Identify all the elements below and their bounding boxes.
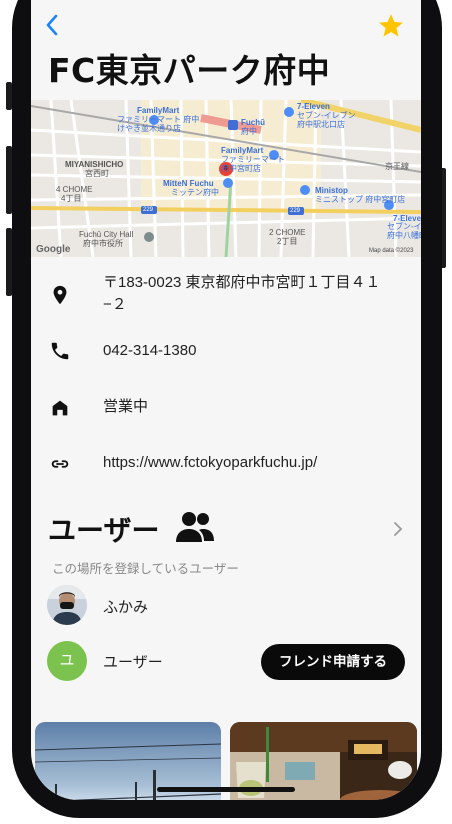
users-section-title: ユーザー <box>48 514 160 547</box>
address-row[interactable]: 〒183-0023 東京都府中市宮町１丁目４１−２ <box>31 272 421 322</box>
avatar[interactable] <box>47 585 87 625</box>
map-label: FamilyMart <box>137 106 180 115</box>
url-row[interactable]: https://www.fctokyoparkfuchu.jp/ <box>31 452 421 476</box>
map-label: セブン-イレブン 府中八幡町 <box>387 222 421 240</box>
map-label: 4丁目 <box>61 194 82 203</box>
chevron-right-icon <box>394 522 403 536</box>
map-view[interactable]: FamilyMart ファミリーマート 府中 けやき並木通り店 Fuchū 府中… <box>31 100 421 257</box>
map-label: ミッテン府中 <box>171 188 219 197</box>
map-label: 宮西町 <box>85 169 109 178</box>
home-icon <box>49 397 71 419</box>
phone-frame: FC東京パーク府中 FamilyMart ファミリーマート 府中 けやき並木通り… <box>0 0 452 824</box>
phone-icon <box>49 340 71 362</box>
url-link[interactable]: https://www.fctokyoparkfuchu.jp/ <box>103 452 403 474</box>
map-label: 2丁目 <box>277 237 298 246</box>
user-name: ユーザー <box>103 654 163 671</box>
google-logo: Google <box>36 244 71 255</box>
users-more-button[interactable] <box>391 520 405 538</box>
map-label: ファミリーマート 府中宮町店 <box>221 155 285 173</box>
map-label: Ministop <box>315 186 348 195</box>
screen: FC東京パーク府中 FamilyMart ファミリーマート 府中 けやき並木通り… <box>31 0 421 800</box>
map-label: セブン-イレブン 府中駅北口店 <box>297 111 356 129</box>
people-icon <box>175 510 215 544</box>
map-label: MIYANISHICHO <box>65 160 124 169</box>
map-label: Fuchū City Hall <box>79 230 134 239</box>
home-indicator[interactable] <box>157 787 295 792</box>
star-icon <box>379 14 403 37</box>
friend-request-button[interactable]: フレンド申請する <box>261 644 405 680</box>
status-row: 営業中 <box>31 396 421 420</box>
users-subtitle: この場所を登録しているユーザー <box>52 562 239 576</box>
map-label: 府中市役所 <box>83 239 123 248</box>
location-pin-icon <box>49 284 71 306</box>
address-text: 〒183-0023 東京都府中市宮町１丁目４１−２ <box>103 274 381 313</box>
map-label: 京王線 <box>385 162 409 171</box>
map-label: ファミリーマート 府中 けやき並木通り店 <box>117 115 200 133</box>
map-label: 7-Eleven <box>297 102 330 111</box>
map-label: ミニストップ 府中宮町店 <box>315 195 406 204</box>
map-label: 4 CHOME <box>56 185 93 194</box>
avatar[interactable]: ユ <box>47 641 87 681</box>
route-229-label: 229 <box>290 208 301 214</box>
phone-text: 042-314-1380 <box>103 342 197 359</box>
status-text: 営業中 <box>103 398 149 415</box>
route-229-label: 229 <box>143 207 154 213</box>
back-button[interactable] <box>41 10 65 40</box>
map-label: MitteN Fuchu <box>163 179 214 188</box>
page-title: FC東京パーク府中 <box>48 51 331 90</box>
map-label: 府中 <box>241 127 257 136</box>
map-label: Fuchū <box>241 118 265 127</box>
user-name: ふかみ <box>103 599 149 616</box>
chevron-left-icon <box>46 14 58 36</box>
phone-row[interactable]: 042-314-1380 <box>31 340 421 364</box>
link-icon <box>49 453 71 475</box>
map-attribution: Map data ©2023 <box>369 248 414 254</box>
map-label: FamilyMart <box>221 146 264 155</box>
map-label: 2 CHOME <box>269 228 306 237</box>
favorite-button[interactable] <box>377 12 405 40</box>
